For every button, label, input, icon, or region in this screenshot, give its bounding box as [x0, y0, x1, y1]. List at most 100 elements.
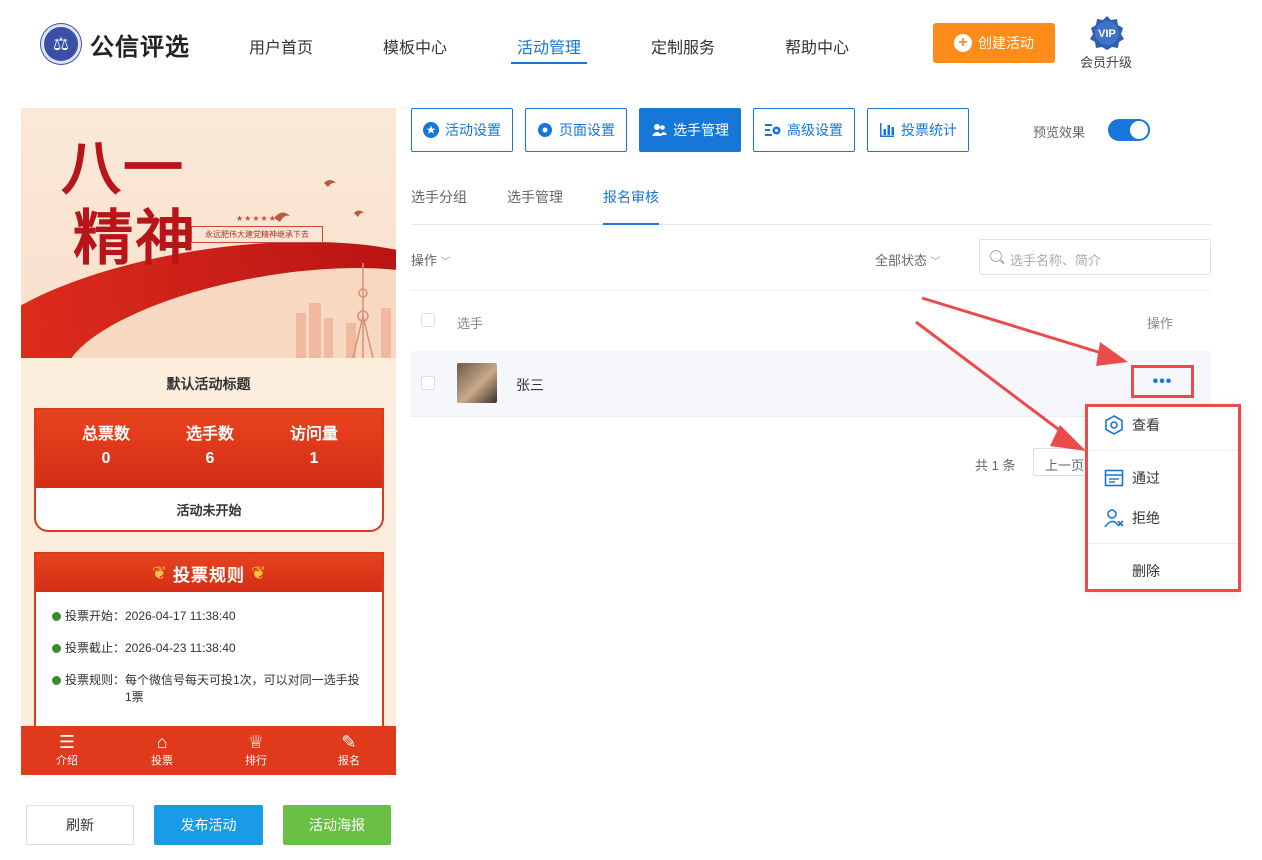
rule-policy: 投票规则：每个微信号每天可投1次，可以对同一选手投: [52, 672, 372, 689]
nav-help[interactable]: 帮助中心: [785, 34, 849, 58]
stat-label: 选手数: [185, 426, 234, 443]
menu-reject[interactable]: 拒绝: [1104, 508, 1160, 528]
arrow-to-more-button: [921, 296, 1109, 357]
menu-label: 删除: [1132, 563, 1160, 579]
preview-tabbar: ☰ 介绍 ⌂ 投票 ♕ 排行 ✎ 报名: [21, 726, 396, 775]
rule-text: 投票截止：2026-04-23 11:38:40: [65, 641, 236, 655]
activity-settings-button[interactable]: 活动设置: [411, 108, 513, 152]
create-activity-button[interactable]: + 创建活动: [933, 23, 1055, 63]
user-edit-icon: ✎: [341, 732, 357, 752]
menu-approve[interactable]: 通过: [1104, 468, 1160, 488]
pager-total: 共 1 条: [975, 458, 1016, 473]
flower-icon: [538, 123, 552, 137]
player-name: 张三: [516, 377, 544, 393]
nav-templates[interactable]: 模板中心: [383, 34, 447, 58]
tab-intro[interactable]: ☰ 介绍: [37, 732, 97, 768]
nav-active-indicator: [511, 62, 587, 64]
bullet-icon: [52, 612, 61, 621]
activity-status: 活动未开始: [176, 503, 242, 518]
menu-delete[interactable]: 删除: [1132, 561, 1160, 581]
chevron-down-icon: ﹀: [440, 257, 451, 268]
stat-label: 访问量: [289, 426, 338, 443]
nav-activity-manage[interactable]: 活动管理: [517, 34, 581, 58]
preview-banner: 八一 精神 ★★★★★ 永远肥伟大建党精神继承下去: [21, 108, 396, 358]
vip-text: VIP: [1098, 28, 1116, 40]
tab-label: 介绍: [56, 755, 78, 767]
rule-start: 投票开始：2026-04-17 11:38:40: [52, 608, 236, 625]
stat-value: 6: [205, 450, 215, 467]
mobile-preview: 八一 精神 ★★★★★ 永远肥伟大建党精神继承下去 默认活动标题 总票数 0 选…: [21, 108, 396, 775]
menu-label: 通过: [1132, 470, 1160, 486]
subtab-player-manage[interactable]: 选手管理: [507, 187, 563, 207]
activity-poster-button[interactable]: 活动海报: [283, 805, 391, 845]
bar-chart-icon: [880, 123, 894, 137]
activity-title: 默认活动标题: [166, 376, 251, 392]
subtab-active-indicator: [603, 223, 659, 225]
toolbar-label: 页面设置: [559, 122, 615, 138]
logo-icon: ⚖: [41, 24, 81, 64]
menu-label: 查看: [1132, 417, 1160, 433]
document-icon: ☰: [58, 732, 76, 752]
toggle-knob: [1130, 121, 1148, 139]
vip-upgrade-label[interactable]: 会员升级: [1080, 52, 1132, 71]
users-icon: [652, 124, 667, 136]
toolbar-label: 高级设置: [787, 122, 843, 138]
rules-title: 投票规则: [173, 565, 245, 585]
refresh-button[interactable]: 刷新: [26, 805, 134, 845]
publish-activity-button[interactable]: 发布活动: [154, 805, 263, 845]
toolbar-label: 选手管理: [673, 122, 729, 138]
status-filter-dropdown[interactable]: 全部状态 ﹀: [875, 250, 941, 269]
tab-label: 报名: [338, 755, 360, 767]
search-input[interactable]: 选手名称、简介: [979, 239, 1211, 275]
menu-divider: [1088, 543, 1238, 544]
menu-label: 拒绝: [1132, 510, 1160, 526]
tab-vote[interactable]: ⌂ 投票: [132, 732, 192, 768]
row-actions-menu: 查看 通过 拒绝 删除: [1085, 404, 1241, 592]
preview-toggle[interactable]: [1108, 119, 1150, 141]
pager-prev-button[interactable]: 上一页: [1033, 448, 1093, 476]
laurel-left-icon: ❦: [151, 562, 167, 583]
eye-hexagon-icon: [1105, 415, 1123, 435]
city-skyline-icon: [296, 263, 391, 358]
stat-players: 选手数 6: [160, 420, 260, 468]
stat-value: 1: [309, 450, 319, 467]
advanced-settings-button[interactable]: 高级设置: [753, 108, 855, 152]
nav-home[interactable]: 用户首页: [249, 34, 313, 58]
tab-label: 排行: [245, 755, 267, 767]
approve-form-icon: [1104, 469, 1124, 487]
column-player: 选手: [457, 316, 484, 331]
operations-dropdown[interactable]: 操作 ﹀: [411, 250, 451, 269]
tab-signup[interactable]: ✎ 报名: [319, 732, 379, 768]
menu-view[interactable]: 查看: [1104, 415, 1160, 435]
subtab-player-groups[interactable]: 选手分组: [411, 187, 467, 207]
page-settings-button[interactable]: 页面设置: [525, 108, 627, 152]
subtab-divider: [411, 224, 1211, 225]
player-management-button[interactable]: 选手管理: [639, 108, 741, 152]
column-action: 操作: [1147, 316, 1174, 331]
toolbar-label: 投票统计: [901, 122, 957, 138]
more-actions-button[interactable]: •••: [1131, 365, 1194, 398]
laurel-right-icon: ❦: [251, 562, 267, 583]
star-icon: [423, 122, 439, 138]
top-header: ⚖ 公信评选 用户首页 模板中心 活动管理 定制服务 帮助中心 + 创建活动 V…: [0, 0, 1262, 90]
banner-title-line2: 精神: [73, 204, 197, 274]
nav-custom-service[interactable]: 定制服务: [651, 34, 715, 58]
logo-text[interactable]: 公信评选: [90, 27, 190, 62]
rule-text: 投票规则：每个微信号每天可投1次，可以对同一选手投: [65, 673, 360, 687]
subtab-signup-review[interactable]: 报名审核: [603, 187, 659, 207]
tab-ranking[interactable]: ♕ 排行: [226, 732, 286, 768]
select-all-checkbox[interactable]: [421, 313, 435, 327]
search-placeholder: 选手名称、简介: [1010, 253, 1102, 268]
user-reject-icon: [1104, 509, 1124, 528]
vote-stats-button[interactable]: 投票统计: [867, 108, 969, 152]
trophy-icon: ♕: [247, 732, 265, 752]
row-checkbox[interactable]: [421, 376, 435, 390]
toolbar-label: 活动设置: [445, 122, 501, 138]
preview-toggle-label: 预览效果: [1033, 125, 1086, 140]
rule-text: 投票开始：2026-04-17 11:38:40: [65, 609, 236, 623]
menu-divider: [1088, 450, 1238, 451]
stat-value: 0: [101, 450, 111, 467]
bullet-icon: [52, 676, 61, 685]
vip-icon[interactable]: VIP: [1089, 15, 1125, 51]
stat-label: 总票数: [81, 426, 130, 443]
